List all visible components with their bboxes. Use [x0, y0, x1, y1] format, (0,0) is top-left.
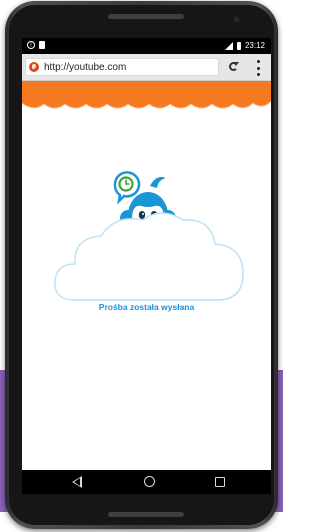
sim-icon: !	[27, 41, 35, 49]
battery-icon	[236, 41, 241, 50]
globe-icon	[29, 62, 39, 72]
status-time: 23:12	[244, 41, 265, 50]
status-bar: ! 23:12	[22, 38, 271, 54]
web-content: Prośba została wysłana	[22, 81, 271, 470]
front-camera	[233, 16, 240, 23]
sd-card-icon	[39, 41, 45, 49]
recents-icon[interactable]	[215, 477, 225, 487]
bottom-speaker	[108, 512, 184, 517]
clock-icon	[113, 171, 141, 205]
top-speaker	[108, 14, 184, 19]
browser-toolbar: http://youtube.com	[22, 54, 271, 81]
android-nav-bar	[22, 470, 271, 494]
signal-icon	[224, 41, 233, 50]
request-sent-message: Prośba została wysłana	[98, 302, 195, 312]
phone-screen: ! 23:12 http://youtube.com Prośba został…	[22, 38, 271, 494]
url-field[interactable]: http://youtube.com	[25, 58, 219, 76]
phone-frame: ! 23:12 http://youtube.com Prośba został…	[5, 1, 278, 529]
overflow-menu-icon[interactable]	[256, 60, 260, 76]
header-cloud-band	[22, 81, 271, 109]
url-text[interactable]: http://youtube.com	[44, 62, 126, 73]
home-icon[interactable]	[144, 476, 155, 487]
back-icon[interactable]	[72, 476, 82, 488]
reload-icon[interactable]	[229, 62, 239, 71]
cloud-shape	[54, 212, 244, 301]
